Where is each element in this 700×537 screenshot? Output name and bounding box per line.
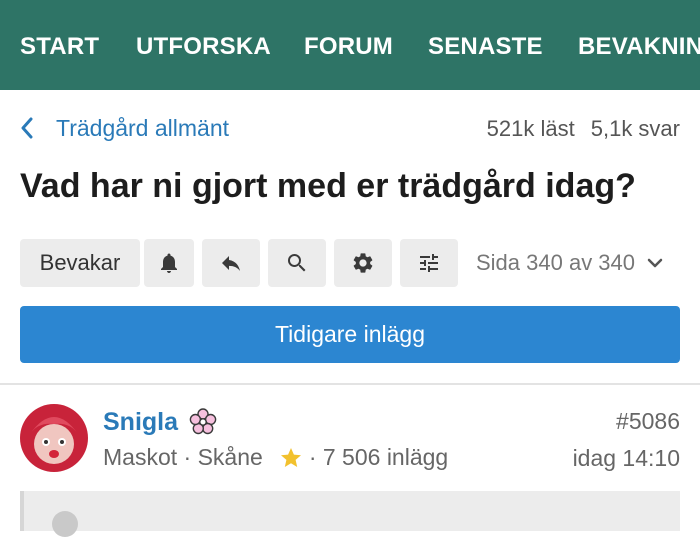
nav-forum[interactable]: FORUM <box>304 33 393 61</box>
avatar-image <box>20 404 88 472</box>
chevron-down-icon <box>647 258 663 268</box>
page-info: Sida 340 av 340 <box>476 250 636 275</box>
post-timestamp: idag 14:10 <box>572 445 680 471</box>
author-meta: Maskot · Skåne · 7 506 inlägg <box>103 444 448 471</box>
meta-separator: · <box>177 444 198 470</box>
reply-button[interactable] <box>202 239 260 287</box>
watch-button[interactable]: Bevakar <box>20 239 140 287</box>
nav-bevakningar[interactable]: BEVAKNINGAR <box>578 33 700 61</box>
author-post-count: 7 506 inlägg <box>322 444 449 470</box>
nav-utforska[interactable]: UTFORSKA <box>136 33 271 61</box>
breadcrumb[interactable]: Trädgård allmänt <box>20 113 229 143</box>
read-count: 521k läst <box>486 116 575 141</box>
post-number[interactable]: #5086 <box>616 408 680 435</box>
author-location: Skåne <box>197 444 263 470</box>
nav-senaste[interactable]: SENASTE <box>428 33 543 61</box>
reply-count: 5,1k svar <box>590 116 680 141</box>
settings-button[interactable] <box>334 239 392 287</box>
post-author: Snigla <box>103 407 218 437</box>
bell-icon <box>161 253 177 273</box>
chevron-left-icon <box>21 117 33 139</box>
search-icon <box>288 254 306 272</box>
watch-button-label: Bevakar <box>39 250 121 275</box>
filter-button[interactable] <box>400 239 458 287</box>
nav-start[interactable]: START <box>20 33 99 61</box>
earlier-posts-button[interactable]: Tidigare inlägg <box>20 306 680 363</box>
quote-block <box>20 491 680 537</box>
search-button[interactable] <box>268 239 326 287</box>
thread-stats: 521k läst 5,1k svar <box>487 116 680 142</box>
divider <box>0 383 700 385</box>
page-selector[interactable]: Sida 340 av 340 <box>476 250 665 276</box>
quote-avatar <box>52 511 78 537</box>
sliders-icon <box>420 254 438 272</box>
avatar[interactable] <box>20 404 88 472</box>
author-name[interactable]: Snigla <box>103 408 178 437</box>
breadcrumb-label: Trädgård allmänt <box>56 114 230 141</box>
thread-title: Vad har ni gjort med er trädgård idag? <box>20 167 636 205</box>
author-role: Maskot <box>103 444 178 470</box>
flower-icon <box>189 408 217 435</box>
star-icon <box>280 447 301 467</box>
notifications-button[interactable] <box>144 239 194 287</box>
meta-separator: · <box>308 444 323 470</box>
reply-icon <box>222 256 240 271</box>
gear-icon <box>353 253 373 273</box>
top-navigation: START UTFORSKA FORUM SENASTE BEVAKNINGAR <box>0 0 700 90</box>
earlier-posts-label: Tidigare inlägg <box>274 321 426 347</box>
